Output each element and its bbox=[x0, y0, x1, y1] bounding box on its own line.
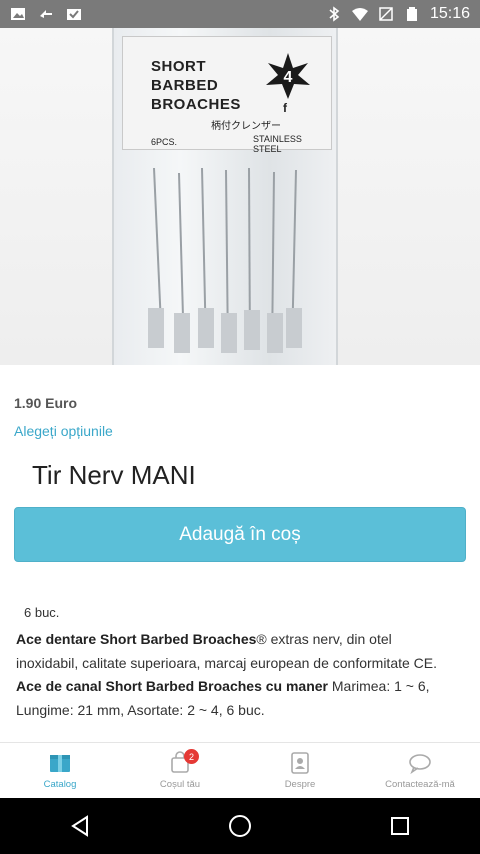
nav-catalog[interactable]: Catalog bbox=[0, 743, 120, 798]
recents-button[interactable] bbox=[380, 806, 420, 846]
wifi-icon bbox=[351, 6, 368, 22]
choose-options-link[interactable]: Alegeți opțiunile bbox=[14, 423, 113, 439]
package-material: STAINLESS STEEL bbox=[253, 134, 302, 154]
about-icon bbox=[288, 751, 312, 775]
image-icon bbox=[10, 6, 26, 22]
product-package: SHORT BARBED BROACHES 4 f 柄付クレンザー 6PCS. … bbox=[112, 28, 338, 365]
svg-text:4: 4 bbox=[284, 69, 293, 86]
battery-icon bbox=[404, 6, 420, 22]
nav-catalog-label: Catalog bbox=[43, 779, 77, 790]
product-price: 1.90 Euro bbox=[14, 395, 78, 411]
catalog-icon bbox=[48, 751, 72, 775]
nav-about[interactable]: Despre bbox=[240, 743, 360, 798]
nav-contact-label: Contactează-mă bbox=[385, 779, 455, 790]
add-to-cart-button[interactable]: Adaugă în coș bbox=[14, 507, 466, 562]
back-button[interactable] bbox=[60, 806, 100, 846]
sync-icon bbox=[38, 6, 54, 22]
package-label: SHORT BARBED BROACHES 4 f 柄付クレンザー 6PCS. … bbox=[122, 36, 332, 154]
nav-contact[interactable]: Contactează-mă bbox=[360, 743, 480, 798]
bluetooth-icon bbox=[326, 6, 342, 22]
recents-icon bbox=[391, 817, 409, 835]
inbox-check-icon bbox=[66, 6, 82, 22]
home-button[interactable] bbox=[220, 806, 260, 846]
bottom-nav: Catalog 2 Coșul tău Despre Contactează-m… bbox=[0, 742, 480, 798]
product-quantity: 6 buc. bbox=[24, 605, 60, 620]
description-paragraph-1: Ace dentare Short Barbed Broaches® extra… bbox=[16, 631, 438, 671]
status-time: 15:16 bbox=[429, 5, 470, 22]
product-title: Tir Nerv MANI bbox=[32, 460, 196, 490]
size-star-icon: 4 bbox=[266, 53, 310, 99]
no-sim-icon bbox=[378, 6, 394, 22]
package-title: SHORT BARBED BROACHES bbox=[151, 58, 241, 113]
product-image[interactable]: SHORT BARBED BROACHES 4 f 柄付クレンザー 6PCS. … bbox=[0, 28, 480, 365]
needles-illustration bbox=[148, 167, 302, 354]
description-paragraph-2: Ace de canal Short Barbed Broaches cu ma… bbox=[16, 678, 430, 718]
nav-cart-label: Coșul tău bbox=[159, 779, 201, 790]
size-letter: f bbox=[283, 101, 287, 115]
nav-about-label: Despre bbox=[284, 779, 316, 790]
nav-cart[interactable]: 2 Coșul tău bbox=[120, 743, 240, 798]
chat-icon bbox=[408, 751, 432, 775]
android-nav-bar bbox=[0, 798, 480, 854]
home-icon bbox=[229, 815, 251, 837]
package-jp-text: 柄付クレンザー bbox=[211, 121, 281, 132]
back-icon bbox=[71, 815, 88, 837]
package-pcs: 6PCS. bbox=[151, 137, 178, 147]
cart-badge: 2 bbox=[184, 749, 199, 764]
status-bar: 15:16 bbox=[0, 0, 480, 28]
product-description: Ace dentare Short Barbed Broaches® extra… bbox=[16, 628, 456, 722]
